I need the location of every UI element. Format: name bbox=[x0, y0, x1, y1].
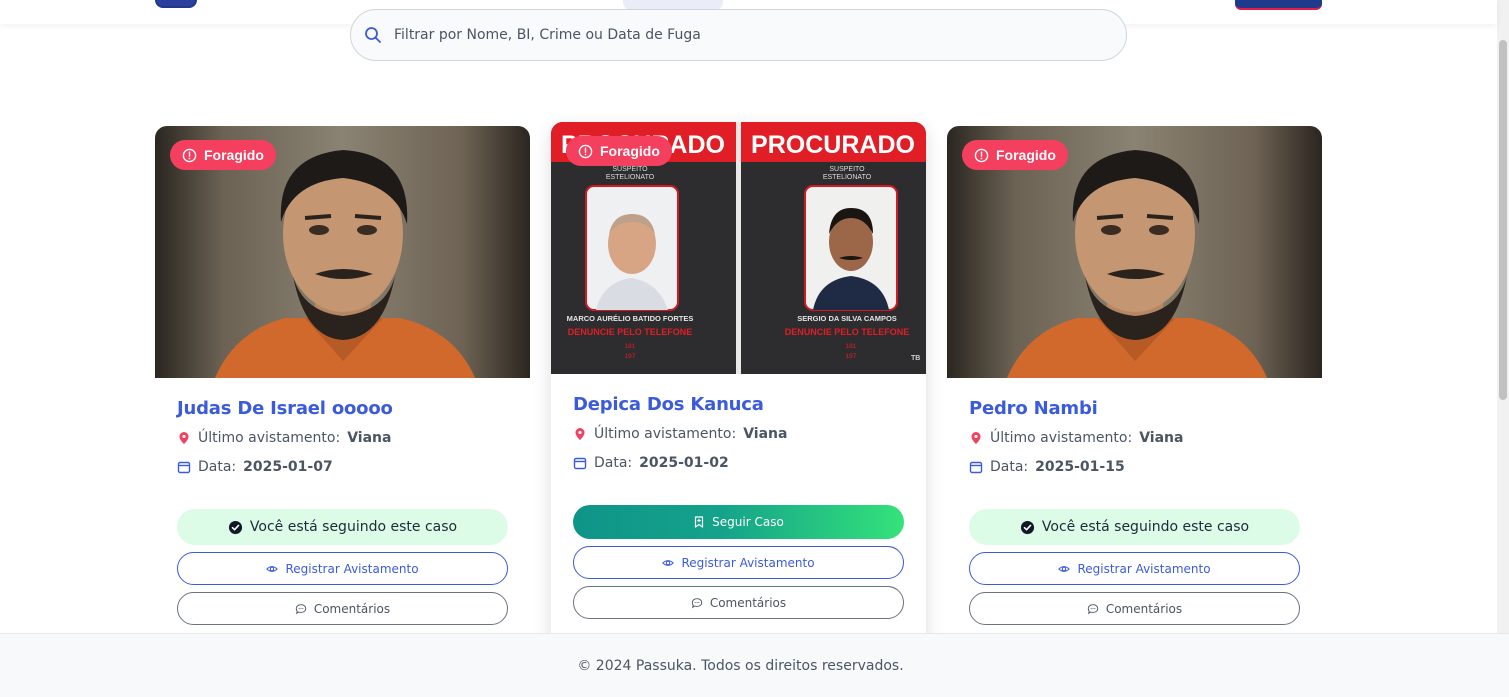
page-footer: © 2024 Passuka. Todos os direitos reserv… bbox=[0, 633, 1509, 697]
check-circle-icon bbox=[1020, 520, 1034, 534]
poster-cta-right: DENUNCIE PELO TELEFONE bbox=[785, 327, 910, 337]
following-status-label: Você está seguindo este caso bbox=[1041, 519, 1250, 535]
map-pin-icon bbox=[971, 432, 981, 444]
fugitive-card: PROCURADO PROCURADO SUSPEITO ESTELIONATO… bbox=[551, 122, 926, 682]
fugitive-photo: Foragido bbox=[155, 126, 530, 378]
search-bar bbox=[350, 9, 1127, 61]
comment-icon bbox=[691, 597, 703, 608]
escape-date: Data: 2025-01-07 bbox=[177, 457, 508, 477]
map-pin-icon bbox=[179, 432, 189, 444]
map-pin-icon bbox=[575, 428, 585, 440]
status-badge-label: Foragido bbox=[996, 147, 1056, 163]
last-sighting-label: Último avistamento: bbox=[990, 430, 1133, 446]
comments-label: Comentários bbox=[709, 595, 787, 610]
fugitive-name[interactable]: Depica Dos Kanuca bbox=[573, 394, 904, 415]
calendar-icon bbox=[573, 457, 587, 470]
fugitive-photo: Foragido bbox=[947, 126, 1322, 378]
status-badge-label: Foragido bbox=[600, 143, 660, 159]
escape-date-label: Data: bbox=[594, 455, 633, 471]
following-status: Você está seguindo este caso bbox=[969, 509, 1300, 545]
escape-date-label: Data: bbox=[198, 459, 237, 475]
alert-circle-icon bbox=[578, 144, 593, 158]
fugitive-name[interactable]: Pedro Nambi bbox=[969, 398, 1300, 419]
escape-date-value: 2025-01-07 bbox=[243, 459, 333, 475]
page-scrollbar[interactable] bbox=[1497, 0, 1509, 633]
status-badge: Foragido bbox=[566, 136, 672, 166]
alert-circle-icon bbox=[182, 148, 197, 162]
last-sighting-value: Viana bbox=[743, 426, 788, 442]
last-sighting: Último avistamento: Viana bbox=[573, 424, 904, 444]
poster-crime-left: ESTELIONATO bbox=[606, 174, 655, 181]
poster-tag-left: SUSPEITO bbox=[612, 166, 648, 173]
alert-circle-icon bbox=[974, 148, 989, 162]
poster-phone-1-left: 181 bbox=[625, 343, 636, 350]
last-sighting: Último avistamento: Viana bbox=[969, 428, 1300, 448]
poster-phone-2-right: 197 bbox=[846, 353, 857, 360]
scrollbar-thumb[interactable] bbox=[1499, 40, 1507, 400]
escape-date-label: Data: bbox=[990, 459, 1029, 475]
fugitive-name[interactable]: Judas De Israel ooooo bbox=[177, 398, 508, 419]
poster-cta-left: DENUNCIE PELO TELEFONE bbox=[568, 327, 693, 337]
register-sighting-label: Registrar Avistamento bbox=[681, 555, 815, 570]
bookmark-icon bbox=[695, 516, 704, 528]
escape-date-value: 2025-01-15 bbox=[1035, 459, 1125, 475]
eye-icon bbox=[1058, 565, 1071, 572]
poster-heading-right: PROCURADO bbox=[751, 131, 915, 159]
last-sighting: Último avistamento: Viana bbox=[177, 428, 508, 448]
register-sighting-button[interactable]: Registrar Avistamento bbox=[177, 552, 508, 585]
status-badge-label: Foragido bbox=[204, 147, 264, 163]
register-sighting-label: Registrar Avistamento bbox=[285, 561, 419, 576]
comments-label: Comentários bbox=[313, 601, 391, 616]
following-status-label: Você está seguindo este caso bbox=[249, 519, 458, 535]
poster-phone-1-right: 181 bbox=[846, 343, 857, 350]
poster-right-name: SERGIO DA SILVA CAMPOS bbox=[797, 314, 897, 323]
comments-button[interactable]: Comentários bbox=[573, 586, 904, 619]
poster-left-name: MARCO AURÉLIO BATIDO FORTES bbox=[567, 314, 694, 323]
fugitive-card: Foragido Pedro Nambi Último avistamento:… bbox=[947, 126, 1322, 686]
search-input[interactable] bbox=[394, 22, 1094, 48]
fugitive-card: Foragido Judas De Israel ooooo Último av… bbox=[155, 126, 530, 686]
escape-date: Data: 2025-01-02 bbox=[573, 453, 904, 473]
status-badge: Foragido bbox=[170, 140, 276, 170]
logo[interactable] bbox=[155, 0, 197, 8]
follow-case-button[interactable]: Seguir Caso bbox=[573, 505, 904, 539]
escape-date-value: 2025-01-02 bbox=[639, 455, 729, 471]
poster-corner-mark: TB bbox=[911, 355, 920, 362]
comment-icon bbox=[295, 603, 307, 614]
poster-tag-right: SUSPEITO bbox=[829, 166, 865, 173]
escape-date: Data: 2025-01-15 bbox=[969, 457, 1300, 477]
last-sighting-label: Último avistamento: bbox=[198, 430, 341, 446]
last-sighting-label: Último avistamento: bbox=[594, 426, 737, 442]
register-sighting-button[interactable]: Registrar Avistamento bbox=[573, 546, 904, 579]
check-circle-icon bbox=[228, 520, 242, 534]
comments-button[interactable]: Comentários bbox=[177, 592, 508, 625]
following-status: Você está seguindo este caso bbox=[177, 509, 508, 545]
nav-action-button[interactable] bbox=[1235, 0, 1322, 10]
comments-label: Comentários bbox=[1105, 601, 1183, 616]
calendar-icon bbox=[969, 461, 983, 474]
eye-icon bbox=[266, 565, 279, 572]
comment-icon bbox=[1087, 603, 1099, 614]
poster-crime-right: ESTELIONATO bbox=[823, 174, 872, 181]
fugitive-photo: PROCURADO PROCURADO SUSPEITO ESTELIONATO… bbox=[551, 122, 926, 374]
comments-button[interactable]: Comentários bbox=[969, 592, 1300, 625]
last-sighting-value: Viana bbox=[347, 430, 392, 446]
status-badge: Foragido bbox=[962, 140, 1068, 170]
poster-phone-2-left: 197 bbox=[625, 353, 636, 360]
footer-copyright: © 2024 Passuka. Todos os direitos reserv… bbox=[577, 657, 904, 674]
register-sighting-label: Registrar Avistamento bbox=[1077, 561, 1211, 576]
register-sighting-button[interactable]: Registrar Avistamento bbox=[969, 552, 1300, 585]
last-sighting-value: Viana bbox=[1139, 430, 1184, 446]
follow-case-label: Seguir Caso bbox=[712, 515, 784, 529]
search-icon bbox=[365, 27, 381, 43]
eye-icon bbox=[662, 559, 675, 566]
calendar-icon bbox=[177, 461, 191, 474]
